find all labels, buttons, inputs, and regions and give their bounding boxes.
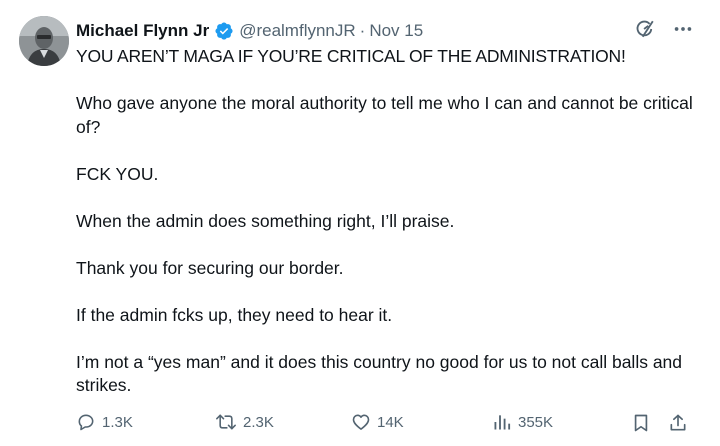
bookmark-button[interactable] [631, 412, 657, 434]
reply-button[interactable]: 1.3K [76, 412, 133, 432]
tweet-paragraph: I’m not a “yes man” and it does this cou… [76, 351, 683, 396]
separator-dot: · [359, 21, 366, 40]
tweet-paragraph: If the admin fcks up, they need to hear … [76, 304, 393, 325]
retweet-count: 2.3K [243, 413, 274, 431]
tweet-paragraph: Thank you for securing our border. [76, 257, 344, 278]
more-icon[interactable] [672, 18, 694, 40]
tweet-text: YOU AREN’T MAGA IF YOU’RE CRITICAL OF TH… [76, 45, 696, 421]
tweet-actions: 1.3K 2.3K 14K 355K [76, 412, 696, 436]
bookmark-icon [634, 414, 648, 432]
avatar[interactable] [19, 16, 69, 66]
tweet-date[interactable]: Nov 15 [369, 21, 423, 41]
tweet-paragraph: Who gave anyone the moral authority to t… [76, 93, 693, 137]
top-actions [634, 18, 694, 40]
tweet-paragraph: FCK YOU. [76, 163, 159, 184]
like-button[interactable]: 14K [351, 412, 404, 432]
reply-icon [78, 414, 94, 431]
tweet-paragraph: When the admin does something right, I’l… [76, 210, 455, 231]
reply-count: 1.3K [102, 413, 133, 431]
like-count: 14K [377, 413, 404, 431]
retweet-button[interactable]: 2.3K [215, 412, 274, 432]
share-button[interactable] [668, 412, 694, 434]
tweet-paragraph: YOU AREN’T MAGA IF YOU’RE CRITICAL OF TH… [76, 46, 626, 66]
views-button[interactable]: 355K [492, 412, 553, 432]
tweet-header: Michael Flynn Jr @realmflynnJR · Nov 15 [76, 19, 423, 43]
author-name[interactable]: Michael Flynn Jr [76, 21, 209, 41]
heart-icon [352, 414, 370, 430]
views-icon [494, 415, 511, 430]
grok-icon[interactable] [634, 18, 656, 40]
retweet-icon [216, 414, 236, 430]
verified-badge-icon [214, 21, 234, 41]
views-count: 355K [518, 413, 554, 431]
tweet: Michael Flynn Jr @realmflynnJR · Nov 15 [0, 0, 720, 446]
author-handle[interactable]: @realmflynnJR [239, 21, 355, 41]
share-icon [670, 414, 686, 431]
